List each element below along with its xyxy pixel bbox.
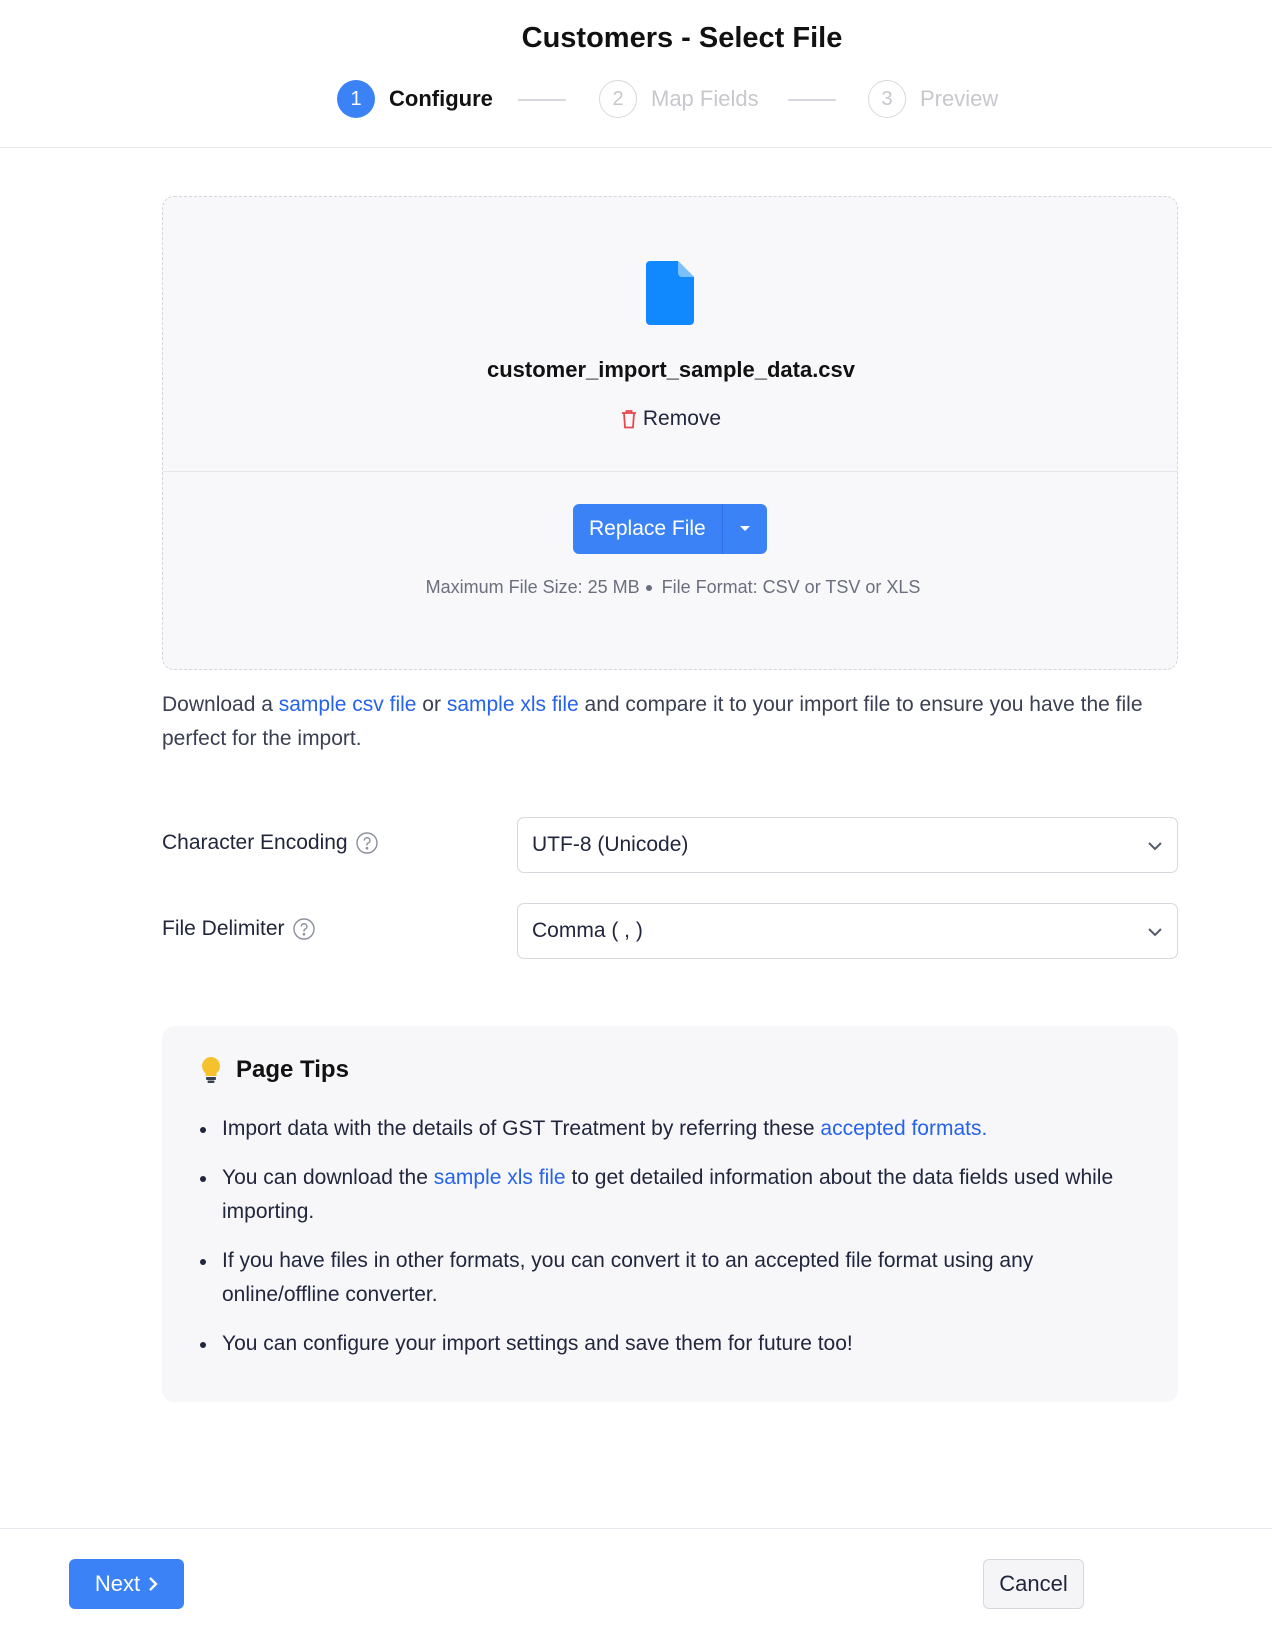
uploaded-file-name: customer_import_sample_data.csv <box>486 357 856 382</box>
replace-file-split-button: Replace File <box>573 504 767 554</box>
sample-xls-link[interactable]: sample xls file <box>447 693 579 716</box>
step-number: 3 <box>868 80 906 118</box>
divider <box>163 471 1177 472</box>
file-delimiter-label: File Delimiter <box>162 917 315 941</box>
list-item: You can configure your import settings a… <box>200 1327 1140 1361</box>
file-delimiter-select[interactable]: Comma ( , ) <box>517 903 1178 959</box>
tips-list: Import data with the details of GST Trea… <box>200 1112 1140 1376</box>
separator-dot <box>645 585 652 592</box>
trash-icon <box>621 409 637 429</box>
file-upload-area[interactable]: customer_import_sample_data.csv Remove R… <box>162 196 1178 670</box>
selected-value: Comma ( , ) <box>532 919 643 942</box>
cancel-button[interactable]: Cancel <box>983 1559 1084 1609</box>
character-encoding-select[interactable]: UTF-8 (Unicode) <box>517 817 1178 873</box>
sample-text-prefix: Download a <box>162 693 279 716</box>
step-number: 2 <box>599 80 637 118</box>
step-preview: 3 Preview <box>868 80 998 118</box>
step-configure[interactable]: 1 Configure <box>337 80 493 118</box>
step-label: Map Fields <box>651 86 759 111</box>
next-button[interactable]: Next <box>69 1559 184 1609</box>
tip-text: Import data with the details of GST Trea… <box>222 1117 821 1140</box>
document-icon <box>646 261 694 330</box>
label-text: Character Encoding <box>162 831 348 854</box>
chevron-right-icon <box>149 1577 158 1591</box>
page-title: Customers - Select File <box>521 22 843 54</box>
file-format: File Format: CSV or TSV or XLS <box>661 577 921 597</box>
chevron-down-icon <box>1148 928 1162 937</box>
accepted-formats-link[interactable]: accepted formats. <box>820 1117 987 1140</box>
file-constraints: Maximum File Size: 25 MB File Format: CSV… <box>423 571 923 604</box>
chevron-down-icon <box>1148 842 1162 851</box>
remove-label: Remove <box>642 407 722 430</box>
list-item: If you have files in other formats, you … <box>200 1244 1140 1312</box>
page-tips-heading: Page Tips <box>200 1056 349 1084</box>
character-encoding-label: Character Encoding <box>162 831 378 855</box>
label-text: File Delimiter <box>162 917 285 940</box>
file-delimiter-row: File Delimiter Comma ( , ) <box>162 903 1178 959</box>
import-stepper: 1 Configure 2 Map Fields 3 Preview <box>0 80 1272 120</box>
step-map-fields: 2 Map Fields <box>599 80 759 118</box>
character-encoding-row: Character Encoding UTF-8 (Unicode) <box>162 817 1178 873</box>
max-file-size: Maximum File Size: 25 MB <box>425 577 640 597</box>
tips-title-text: Page Tips <box>236 1056 349 1083</box>
remove-file-button[interactable]: Remove <box>163 407 1179 431</box>
next-label: Next <box>94 1571 141 1596</box>
help-icon[interactable] <box>292 918 315 940</box>
sample-text-or: or <box>416 693 447 716</box>
selected-value: UTF-8 (Unicode) <box>532 833 689 856</box>
list-item: You can download the sample xls file to … <box>200 1161 1140 1229</box>
step-label: Preview <box>920 86 999 111</box>
step-label: Configure <box>389 86 493 111</box>
page-header: Customers - Select File 1 Configure 2 Ma… <box>0 0 1272 148</box>
lightbulb-icon <box>200 1056 222 1084</box>
step-number: 1 <box>337 80 375 118</box>
help-icon[interactable] <box>355 832 378 854</box>
replace-file-dropdown[interactable] <box>723 504 767 554</box>
replace-file-button[interactable]: Replace File <box>573 504 723 554</box>
step-connector <box>788 99 836 101</box>
tips-sample-xls-link[interactable]: sample xls file <box>434 1166 566 1189</box>
sample-csv-link[interactable]: sample csv file <box>279 693 417 716</box>
page-tips-panel: Page Tips Import data with the details o… <box>162 1026 1178 1402</box>
step-connector <box>518 99 566 101</box>
tip-text: You can download the <box>222 1166 434 1189</box>
sample-download-text: Download a sample csv file or sample xls… <box>162 688 1182 756</box>
list-item: Import data with the details of GST Trea… <box>200 1112 1140 1146</box>
page-footer: Next Cancel <box>0 1528 1272 1630</box>
caret-down-icon <box>739 526 750 531</box>
